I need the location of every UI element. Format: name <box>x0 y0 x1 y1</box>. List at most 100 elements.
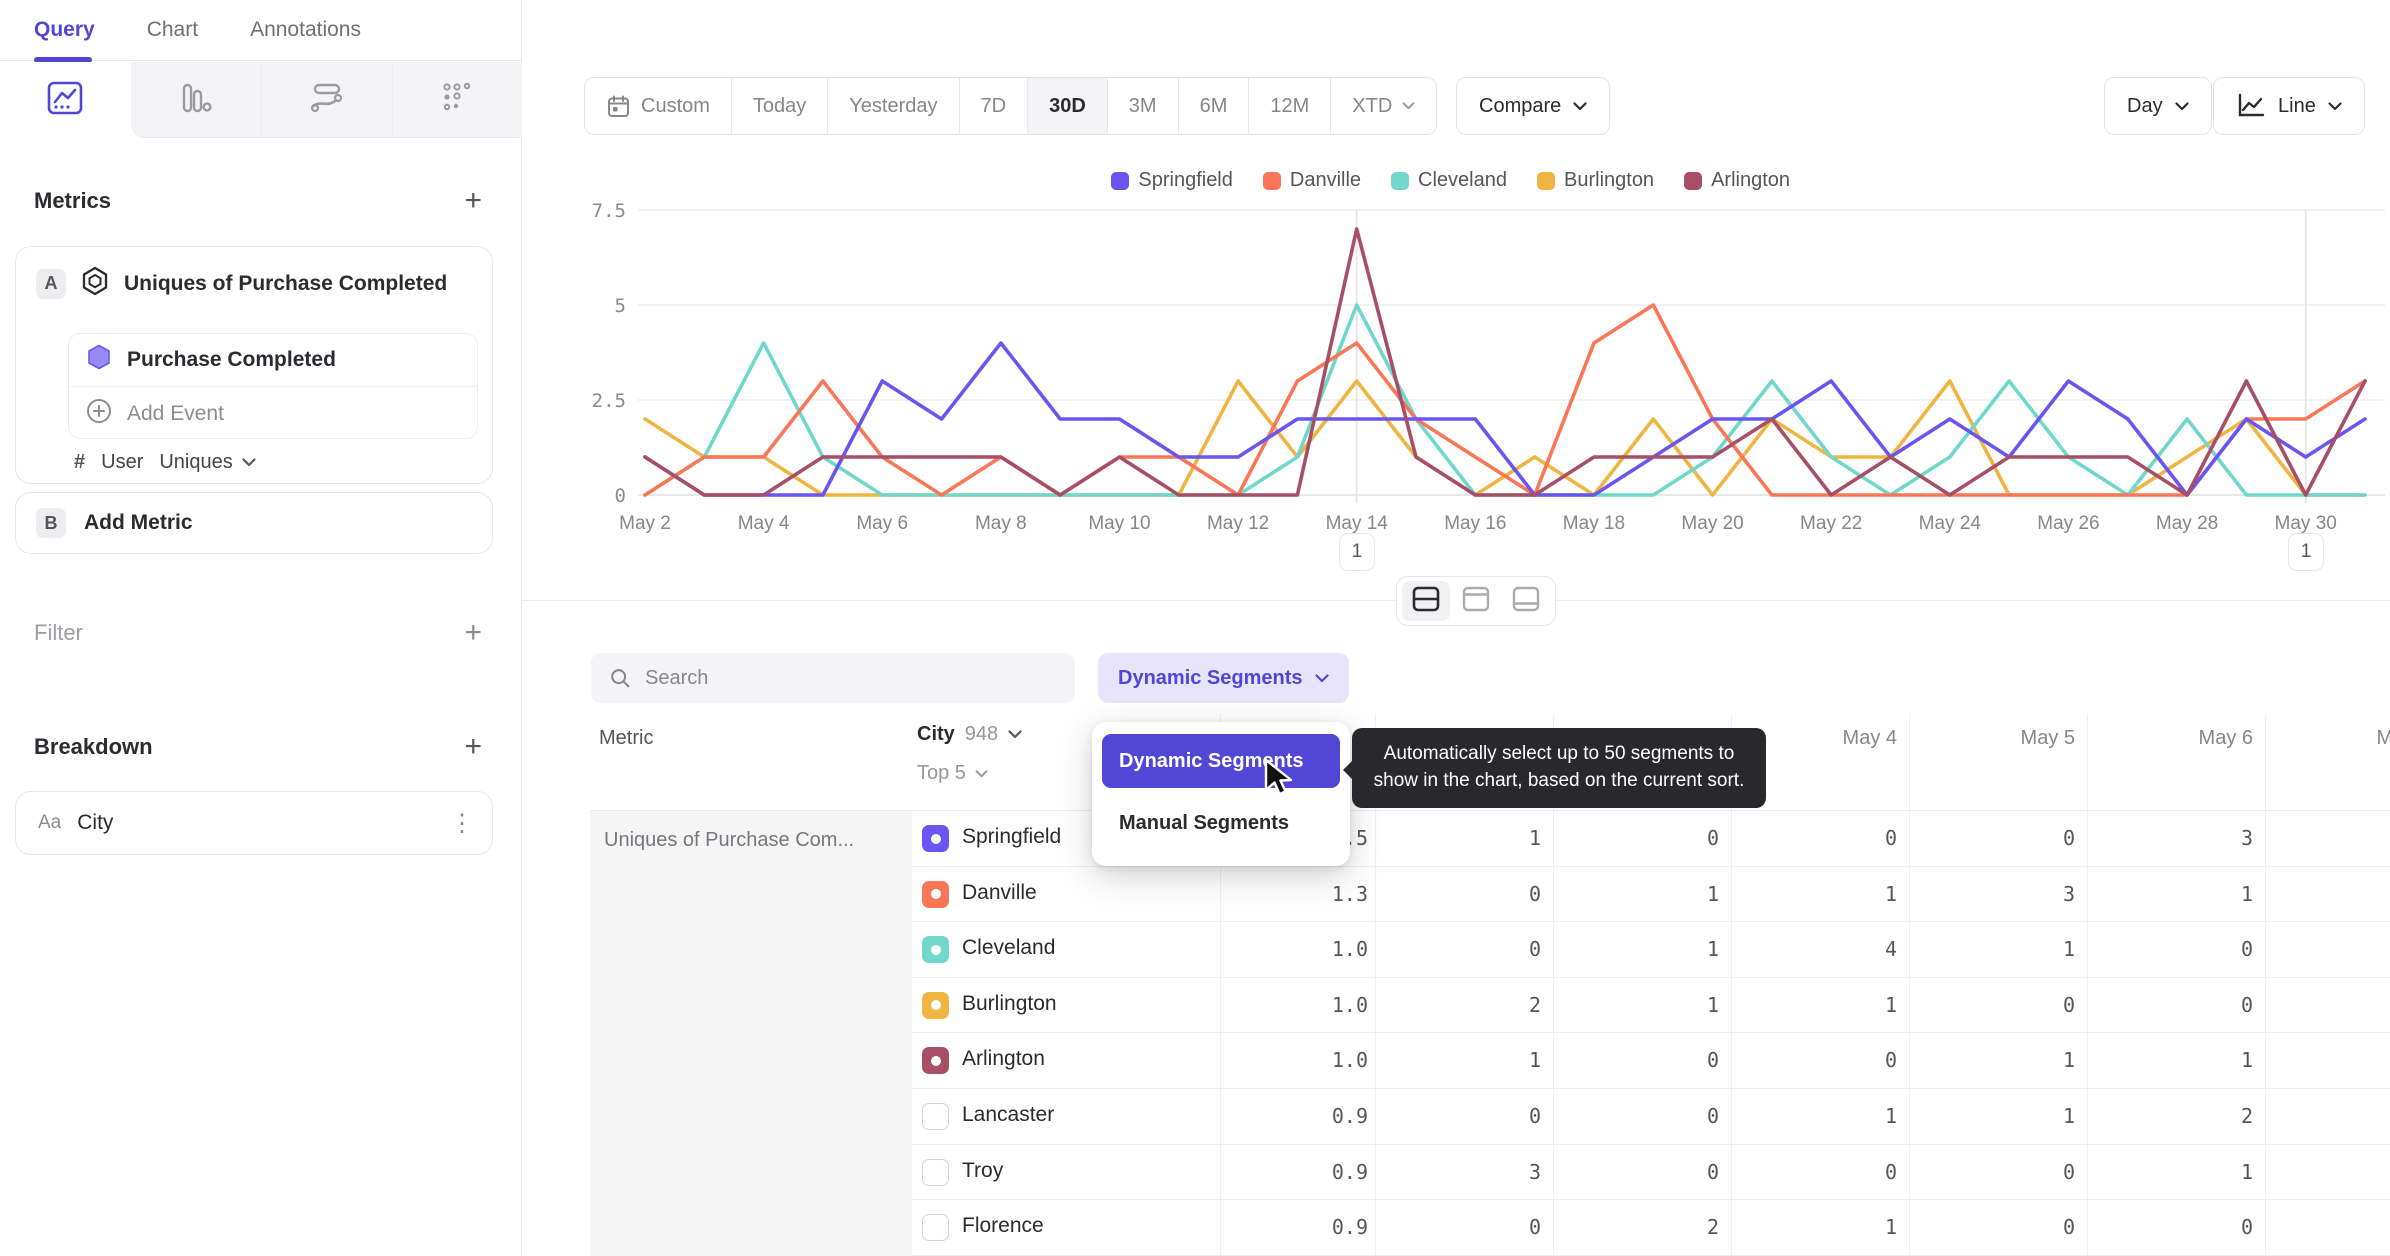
tab-chart[interactable]: Chart <box>147 18 198 42</box>
chevron-down-icon <box>1573 101 1587 110</box>
svg-text:2.5: 2.5 <box>592 390 626 412</box>
checkbox-dot <box>930 1055 941 1066</box>
metric-a-badge: A <box>36 268 66 299</box>
range-label: 7D <box>980 94 1007 117</box>
interval-button[interactable]: Day <box>2104 77 2212 135</box>
menu-item-manual-segments[interactable]: Manual Segments <box>1102 796 1340 850</box>
layout-toggle-panel-bottom[interactable] <box>1502 581 1550 621</box>
cell-value: 1 <box>2062 937 2075 962</box>
range-custom[interactable]: Custom <box>585 78 731 134</box>
layout-toggle-panel-top[interactable] <box>1452 581 1500 621</box>
metric-a-row[interactable]: A Uniques of Purchase Completed <box>16 247 492 302</box>
layout-toggle-split-panels[interactable] <box>1402 581 1450 621</box>
breakdown-city-label: City <box>77 811 114 834</box>
range-today[interactable]: Today <box>730 78 827 134</box>
line-chart[interactable]: 0 2.5 5 7.5 May 2 May 4 May 6 May 8 May 10 May 12… <box>590 195 2390 540</box>
legend-item-cleveland[interactable]: Cleveland <box>1391 169 1507 192</box>
range-30d[interactable]: 30D <box>1027 78 1107 134</box>
breakdown-title: Breakdown <box>34 734 153 759</box>
cell-value: 1 <box>1884 1215 1897 1240</box>
legend-item-danville[interactable]: Danville <box>1262 169 1361 192</box>
cell-value: 3 <box>1528 1159 1541 1184</box>
add-metric-label: Add Metric <box>84 511 193 534</box>
legend-item-burlington[interactable]: Burlington <box>1537 169 1654 192</box>
dynamic-segments-tooltip: Automatically select up to 50 segments t… <box>1343 728 1766 808</box>
city-name: Burlington <box>962 991 1057 1015</box>
segment-search[interactable] <box>591 653 1075 703</box>
tab-query[interactable]: Query <box>34 18 95 42</box>
annotation-chip-may30[interactable]: 1 <box>2288 533 2324 571</box>
svg-text:May 6: May 6 <box>856 513 908 534</box>
legend-swatch <box>1111 171 1130 190</box>
breakdown-item-city[interactable]: Aa City ⋮ <box>15 791 493 855</box>
cell-value: 0 <box>2240 992 2253 1017</box>
search-input[interactable] <box>645 666 1057 690</box>
svg-text:May 24: May 24 <box>1919 513 1982 534</box>
split-panels-icon <box>1411 585 1441 618</box>
checkbox-dot <box>930 833 941 844</box>
chart-type-scatter[interactable] <box>391 62 522 138</box>
cell-value: 0 <box>1706 1048 1719 1073</box>
range-xtd[interactable]: XTD <box>1330 78 1436 134</box>
table-row-arlington: Arlington 1.0 1 0 0 1 1 <box>912 1033 2390 1089</box>
legend-item-springfield[interactable]: Springfield <box>1111 169 1233 192</box>
add-filter-button[interactable]: + <box>464 618 482 648</box>
menu-item-dynamic-segments[interactable]: Dynamic Segments <box>1102 734 1340 788</box>
add-metric-card-b[interactable]: B Add Metric <box>15 492 493 554</box>
avg-value: 0.9 <box>1331 1159 1368 1184</box>
cell-value: 1 <box>1884 992 1897 1017</box>
group-column-header[interactable]: City 948 <box>917 723 1022 746</box>
date-column-header[interactable]: May 6 <box>2087 727 2253 750</box>
table-row-lancaster: Lancaster 0.9 0 0 1 1 2 <box>912 1089 2390 1145</box>
cell-value: 3 <box>2062 881 2075 906</box>
chart-style-button[interactable]: Line <box>2213 77 2365 135</box>
segment-checkbox-checked[interactable] <box>922 880 949 908</box>
tab-annotations[interactable]: Annotations <box>250 18 361 42</box>
range-label: Today <box>752 94 807 117</box>
chart-type-bar[interactable] <box>130 62 261 138</box>
legend-item-arlington[interactable]: Arlington <box>1684 169 1790 192</box>
segment-checkbox-checked[interactable] <box>922 991 949 1019</box>
cell-value: 1 <box>1706 881 1719 906</box>
segment-checkbox-unchecked[interactable] <box>922 1158 949 1186</box>
segment-checkbox-checked[interactable] <box>922 936 949 964</box>
aggregation-selector[interactable]: Uniques <box>159 451 256 474</box>
chart-type-stream[interactable] <box>261 62 392 138</box>
event-row-purchase-completed[interactable]: Purchase Completed <box>69 334 477 387</box>
segment-checkbox-checked[interactable] <box>922 1047 949 1075</box>
date-column-header[interactable]: May 5 <box>1909 727 2075 750</box>
add-event-row[interactable]: Add Event <box>69 387 477 438</box>
compare-label: Compare <box>1479 94 1562 117</box>
range-12m[interactable]: 12M <box>1248 78 1330 134</box>
entity-selector[interactable]: User <box>101 451 143 474</box>
chart-type-line[interactable] <box>0 62 131 138</box>
range-7d[interactable]: 7D <box>958 78 1028 134</box>
mouse-cursor <box>1262 758 1298 805</box>
add-metric-plus-button[interactable]: + <box>464 186 482 216</box>
range-3m[interactable]: 3M <box>1106 78 1178 134</box>
segment-checkbox-checked[interactable] <box>922 825 949 852</box>
chevron-down-icon <box>975 769 988 777</box>
compare-button[interactable]: Compare <box>1456 77 1611 135</box>
range-yesterday[interactable]: Yesterday <box>827 78 958 134</box>
legend-swatch <box>1391 171 1410 190</box>
aggregation-label: Uniques <box>159 451 233 473</box>
date-column-header[interactable]: May 7 <box>2265 727 2390 750</box>
cell-value: 0 <box>2062 1159 2075 1184</box>
range-label: Yesterday <box>849 94 938 117</box>
legend-label: Cleveland <box>1418 169 1507 191</box>
tooltip-arrow <box>1343 760 1353 780</box>
segment-checkbox-unchecked[interactable] <box>922 1214 949 1242</box>
segments-mode-button[interactable]: Dynamic Segments <box>1098 653 1349 703</box>
range-6m[interactable]: 6M <box>1177 78 1249 134</box>
add-breakdown-button[interactable]: + <box>464 732 482 762</box>
city-name: Troy <box>962 1158 1004 1182</box>
top5-selector[interactable]: Top 5 <box>917 762 988 785</box>
range-label: Custom <box>641 94 710 117</box>
table-row-burlington: Burlington 1.0 2 1 1 0 0 <box>912 978 2390 1034</box>
kebab-menu-icon[interactable]: ⋮ <box>450 809 474 838</box>
segment-checkbox-unchecked[interactable] <box>922 1103 949 1130</box>
svg-text:May 2: May 2 <box>619 513 671 534</box>
legend-label: Arlington <box>1711 169 1790 191</box>
annotation-chip-may14[interactable]: 1 <box>1339 533 1375 571</box>
